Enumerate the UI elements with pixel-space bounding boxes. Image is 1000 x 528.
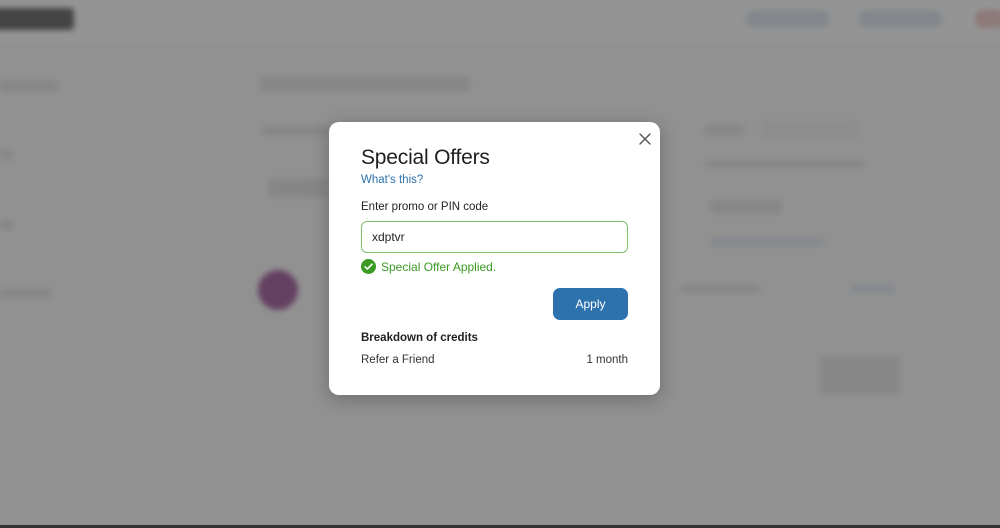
credit-name: Refer a Friend bbox=[361, 354, 435, 366]
success-text: Special Offer Applied. bbox=[381, 259, 497, 274]
success-message: Special Offer Applied. bbox=[361, 259, 496, 274]
credit-value: 1 month bbox=[586, 354, 628, 366]
check-circle-icon bbox=[361, 259, 376, 274]
breakdown-title: Breakdown of credits bbox=[361, 332, 478, 344]
apply-button[interactable]: Apply bbox=[553, 288, 628, 320]
promo-code-label: Enter promo or PIN code bbox=[361, 201, 489, 213]
promo-code-input[interactable] bbox=[361, 221, 628, 253]
special-offers-dialog: Special Offers What's this? Enter promo … bbox=[329, 122, 660, 395]
close-icon[interactable] bbox=[637, 131, 653, 147]
whats-this-link[interactable]: What's this? bbox=[361, 174, 423, 186]
credit-row: Refer a Friend 1 month bbox=[361, 354, 628, 366]
dialog-title: Special Offers bbox=[361, 146, 490, 169]
